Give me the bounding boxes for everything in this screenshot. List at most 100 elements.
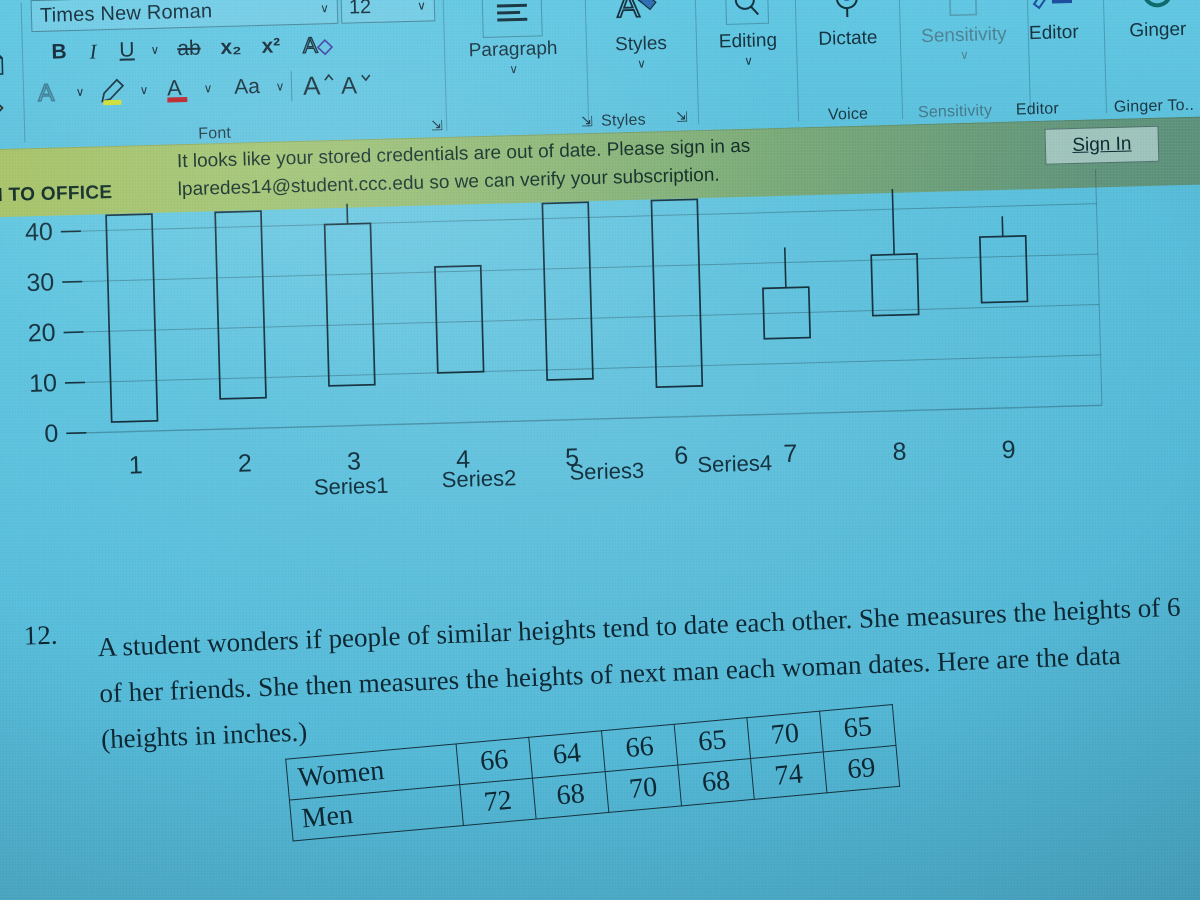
box-rect: [650, 198, 704, 388]
paragraph-label: Paragraph: [468, 37, 558, 62]
sign-in-button-label: Sign In: [1072, 133, 1132, 157]
box-plot-box[interactable]: [979, 216, 1029, 304]
font-name-value: Times New Roman: [39, 0, 213, 27]
box-plot-box[interactable]: [762, 247, 812, 340]
x-axis-tick-label: 1: [128, 451, 143, 479]
table-cell: 70: [746, 711, 824, 759]
svg-text:A: A: [167, 75, 183, 100]
bold-button[interactable]: B: [42, 35, 77, 70]
whisker-upper: [891, 188, 895, 255]
magnifier-icon: [696, 0, 797, 30]
box-rect: [870, 253, 920, 317]
grow-font-icon[interactable]: A: [302, 68, 337, 103]
clear-formatting-icon[interactable]: A: [35, 75, 70, 110]
table-cell: 65: [819, 704, 896, 752]
x-axis-tick-label: 7: [783, 440, 798, 468]
dictate-group-button[interactable]: Dictate: [796, 0, 898, 51]
editor-group-caption: Editor: [1015, 100, 1060, 119]
underline-chevron-down-icon[interactable]: ∨: [144, 33, 167, 68]
legend-entry[interactable]: Series4: [697, 450, 772, 477]
chevron-down-icon[interactable]: ∨: [320, 1, 337, 15]
change-case-button[interactable]: Aa: [225, 70, 270, 105]
box-plot-box[interactable]: [105, 213, 159, 423]
table-cell: 65: [674, 717, 751, 766]
font-color-icon[interactable]: A: [163, 72, 198, 107]
divider: [290, 70, 303, 102]
text-highlight-color-icon[interactable]: [99, 73, 134, 108]
chevron-down-icon[interactable]: ∨: [458, 61, 568, 78]
y-axis-tick: [63, 331, 84, 334]
superscript-button[interactable]: x²: [253, 29, 288, 64]
legend-entry[interactable]: Series2: [441, 465, 516, 492]
box-plot-chart[interactable]: 0 10 20 30 40 1 2 3 4 5 6 7 8 9 Series1 Series2 Series3 S…: [0, 165, 1125, 555]
box-rect: [979, 234, 1029, 304]
italic-button[interactable]: I: [76, 34, 111, 69]
legend-entry[interactable]: Series1: [314, 473, 389, 500]
editor-group-button[interactable]: Editor: [1006, 0, 1100, 46]
font-format-row-2: A ∨ ∨ A ∨ Aa ∨ A A: [35, 67, 375, 110]
editing-label: Editing: [718, 29, 778, 53]
x-axis-tick-label: 3: [347, 447, 362, 475]
clipboard-group: ⇲: [0, 3, 21, 154]
font-size-combobox[interactable]: 12 ∨: [340, 0, 436, 24]
table-cell: 66: [601, 724, 678, 772]
chevron-down-icon[interactable]: ∨: [698, 52, 798, 69]
paragraph-lines-icon: [481, 0, 543, 38]
table-cell: 64: [528, 730, 606, 779]
strikethrough-button[interactable]: ab: [172, 31, 207, 66]
sensitivity-group-caption: Sensitivity: [917, 102, 993, 122]
chart-canvas[interactable]: 0102030401 2 3 4 5 6 7 8 9Series1 Series2 Series3 S…: [0, 165, 1125, 555]
font-name-combobox[interactable]: Times New Roman ∨: [30, 0, 339, 33]
box-plot-box[interactable]: [323, 203, 376, 387]
chevron-down-icon[interactable]: ∨: [133, 73, 156, 108]
table-cell: 66: [456, 737, 533, 785]
question-number: 12.: [23, 619, 58, 651]
font-dialog-launcher-icon[interactable]: ⇲: [431, 117, 443, 134]
sign-in-button[interactable]: Sign In: [1044, 125, 1160, 165]
y-axis-tick: [62, 280, 83, 283]
styles-group-caption: Styles: [600, 111, 647, 130]
y-axis-tick: [66, 432, 87, 435]
shrink-font-icon[interactable]: A: [340, 67, 375, 102]
paragraph-group-button[interactable]: Paragraph ∨: [456, 0, 568, 78]
box-plot-box[interactable]: [214, 210, 267, 400]
copy-icon[interactable]: [0, 51, 7, 83]
gridline: [64, 253, 1098, 283]
editing-group-button[interactable]: Editing ∨: [696, 0, 798, 69]
chevron-down-icon[interactable]: ∨: [594, 55, 688, 72]
chevron-down-icon[interactable]: ∨: [417, 0, 434, 13]
ginger-group-button[interactable]: Ginger: [1106, 0, 1200, 43]
chevron-down-icon[interactable]: ∨: [197, 71, 220, 106]
divider: [1102, 0, 1108, 114]
x-axis-tick-label: 8: [892, 438, 907, 466]
y-axis-tick-label: 30: [26, 268, 55, 297]
chevron-down-icon[interactable]: ∨: [69, 75, 92, 110]
editor-pen-icon: [1006, 0, 1099, 22]
styles-brush-icon: A: [592, 0, 687, 33]
svg-text:A: A: [341, 72, 358, 99]
table-cell: 69: [823, 745, 900, 793]
y-axis-tick-label: 10: [29, 369, 58, 398]
box-plot-box[interactable]: [541, 201, 594, 381]
legend-entry[interactable]: Series3: [569, 458, 644, 485]
box-plot-box[interactable]: [869, 188, 920, 317]
styles-dialog-launcher-icon[interactable]: ⇲: [676, 108, 688, 125]
box-plot-box[interactable]: [434, 264, 485, 374]
voice-group-caption: Voice: [827, 105, 869, 124]
chevron-down-icon[interactable]: ∨: [269, 69, 292, 104]
styles-group-button[interactable]: A Styles ∨: [592, 0, 688, 72]
format-painter-icon[interactable]: [0, 91, 10, 123]
font-size-value: 12: [348, 0, 372, 19]
y-axis-tick: [64, 381, 85, 384]
box-rect: [214, 210, 267, 400]
cut-icon[interactable]: [0, 5, 3, 35]
x-axis-tick-label: 6: [674, 442, 689, 470]
subscript-button[interactable]: x₂: [213, 30, 248, 65]
box-plot-box[interactable]: [650, 198, 704, 388]
table-cell: 72: [459, 778, 537, 826]
plot-border: [1095, 169, 1103, 406]
underline-button[interactable]: U: [110, 33, 145, 68]
chevron-down-icon[interactable]: ∨: [902, 46, 1026, 63]
text-effects-icon[interactable]: A: [301, 28, 336, 63]
box-rect: [105, 213, 159, 423]
